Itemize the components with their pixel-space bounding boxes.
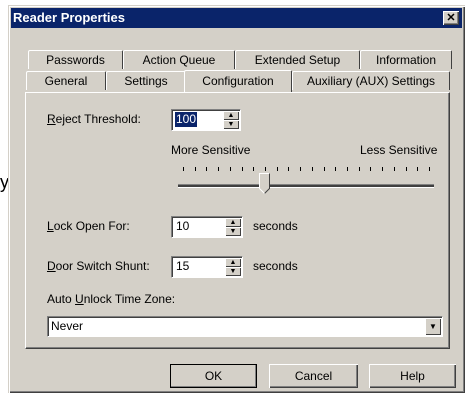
- auto-unlock-dropdown[interactable]: Never ▼: [47, 316, 443, 337]
- cancel-button[interactable]: Cancel: [269, 364, 358, 388]
- tab-general[interactable]: General: [26, 71, 106, 90]
- slider-tick: [288, 167, 289, 171]
- slider-tick: [335, 167, 336, 171]
- auto-unlock-label: Auto Unlock Time Zone:: [47, 292, 176, 306]
- lock-open-unit: seconds: [253, 219, 298, 233]
- tab-passwords[interactable]: Passwords: [28, 50, 123, 69]
- door-shunt-label: Door Switch Shunt:: [47, 259, 150, 273]
- slider-tick: [253, 167, 254, 171]
- slider-tick: [230, 167, 231, 171]
- spin-down-icon[interactable]: ▼: [223, 120, 239, 129]
- tab-information[interactable]: Information: [360, 50, 452, 69]
- slider-tick: [242, 167, 243, 171]
- slider-thumb[interactable]: [259, 173, 270, 194]
- slider-tick: [324, 167, 325, 171]
- spin-up-icon[interactable]: ▲: [225, 258, 241, 267]
- slider-tick: [195, 167, 196, 171]
- slider-right-label: Less Sensitive: [360, 143, 438, 157]
- window-title: Reader Properties: [13, 10, 125, 25]
- lock-open-value[interactable]: 10: [175, 219, 190, 234]
- reject-threshold-value[interactable]: 100: [175, 112, 198, 127]
- slider-tick: [312, 167, 313, 171]
- reject-threshold-spinner[interactable]: 100 ▲ ▼: [171, 109, 241, 131]
- spin-up-icon[interactable]: ▲: [223, 111, 239, 120]
- slider-tick: [218, 167, 219, 171]
- tab-action-queue[interactable]: Action Queue: [123, 50, 235, 69]
- tab-extended-setup[interactable]: Extended Setup: [235, 50, 360, 69]
- slider-tick: [265, 167, 266, 171]
- slider-left-label: More Sensitive: [171, 143, 251, 157]
- help-button[interactable]: Help: [369, 364, 456, 388]
- dropdown-arrow-icon[interactable]: ▼: [425, 318, 441, 335]
- slider-tick: [359, 167, 360, 171]
- slider-tick: [277, 167, 278, 171]
- title-bar: Reader Properties ✕: [11, 8, 462, 28]
- sensitivity-slider-track[interactable]: [178, 184, 434, 188]
- slider-tick: [382, 167, 383, 171]
- door-shunt-value[interactable]: 15: [175, 259, 190, 274]
- tab-settings[interactable]: Settings: [106, 71, 186, 90]
- lock-open-label: Lock Open For:: [47, 219, 130, 233]
- slider-tick: [417, 167, 418, 171]
- door-shunt-unit: seconds: [253, 259, 298, 273]
- close-icon[interactable]: ✕: [443, 11, 459, 25]
- slider-tick: [429, 167, 430, 171]
- spin-up-icon[interactable]: ▲: [225, 218, 241, 227]
- reject-threshold-label: Reject Threshold:: [47, 112, 141, 126]
- ok-button[interactable]: OK: [170, 364, 257, 388]
- spin-down-icon[interactable]: ▼: [225, 227, 241, 236]
- slider-tick: [406, 167, 407, 171]
- spin-down-icon[interactable]: ▼: [225, 267, 241, 276]
- tab-auxiliary-settings[interactable]: Auxiliary (AUX) Settings: [292, 71, 450, 90]
- slider-tick: [370, 167, 371, 171]
- auto-unlock-value: Never: [51, 319, 84, 333]
- slider-tick: [300, 167, 301, 171]
- slider-tick: [394, 167, 395, 171]
- slider-tick: [206, 167, 207, 171]
- lock-open-spinner[interactable]: 10 ▲ ▼: [171, 216, 243, 238]
- door-shunt-spinner[interactable]: 15 ▲ ▼: [171, 256, 243, 278]
- slider-tick: [183, 167, 184, 171]
- tab-configuration[interactable]: Configuration: [184, 70, 292, 92]
- slider-tick: [347, 167, 348, 171]
